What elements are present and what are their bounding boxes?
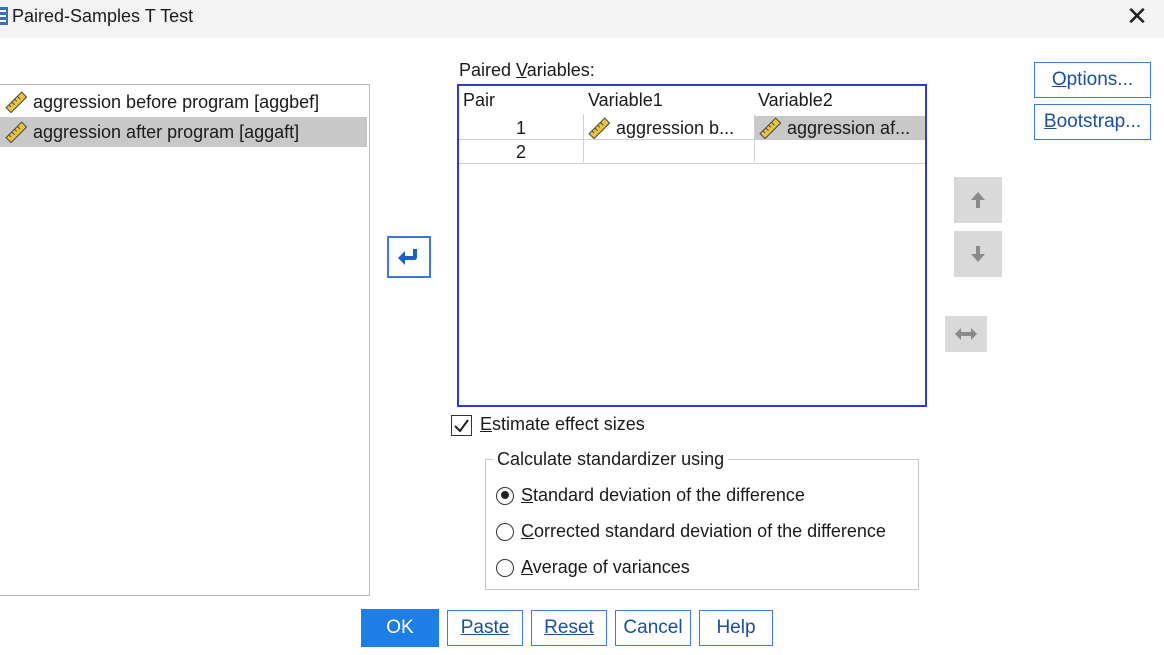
column-header-variable2: Variable2 [758,90,833,110]
variable2-cell[interactable] [755,140,925,164]
swap-horizontal-icon [955,328,977,340]
source-variable-item[interactable]: aggression after program [aggaft] [0,117,367,147]
source-variable-item[interactable]: aggression before program [aggbef] [0,87,367,117]
scale-ruler-icon [759,117,781,139]
variable1-value: aggression b... [616,117,735,138]
scale-ruler-icon [5,121,27,143]
move-down-button[interactable] [954,231,1002,277]
pair-number-cell: 1 [515,117,526,138]
cancel-button[interactable]: Cancel [615,610,691,646]
source-variable-label: aggression after program [aggaft] [33,121,300,142]
radio-button[interactable] [496,522,514,541]
arrow-down-icon [971,246,985,262]
column-divider [583,114,584,162]
table-row[interactable]: 2 [459,140,925,164]
close-icon[interactable]: ✕ [1116,0,1158,34]
radio-corrected-standard-deviation[interactable]: Corrected standard deviation of the diff… [496,521,886,542]
paired-variables-label: Paired Variables: [459,60,595,80]
radio-label: Average of variances [521,557,690,577]
radio-label: Corrected standard deviation of the diff… [521,521,886,541]
reset-button[interactable]: Reset [531,610,607,646]
radio-label: Standard deviation of the difference [521,485,805,505]
radio-average-of-variances[interactable]: Average of variances [496,557,690,578]
checkmark-icon [454,419,469,433]
estimate-effect-sizes-checkbox[interactable] [451,415,472,436]
column-divider [754,114,755,162]
estimate-effect-sizes-label: Estimate effect sizes [480,414,645,434]
swap-variables-button[interactable] [945,316,987,352]
radio-standard-deviation[interactable]: Standard deviation of the difference [496,485,805,506]
help-button[interactable]: Help [699,610,773,646]
radio-button[interactable] [496,558,514,577]
ok-button[interactable]: OK [361,609,439,647]
window-title: Paired-Samples T Test [12,6,194,26]
bootstrap-button[interactable]: Bootstrap... [1034,104,1151,140]
pair-number-cell: 2 [515,141,526,162]
table-row[interactable]: 1 aggression b... aggression af... [459,116,925,140]
source-variable-label: aggression before program [aggbef] [33,91,320,112]
move-variable-button[interactable] [387,236,431,278]
radio-button[interactable] [496,486,514,505]
scale-ruler-icon [5,91,27,113]
options-button[interactable]: Options... [1034,62,1151,98]
variable2-cell[interactable]: aggression af... [755,116,925,140]
source-variable-list[interactable]: aggression before program [aggbef] aggre… [0,84,370,596]
arrow-up-icon [971,192,985,208]
move-left-arrow-icon [398,249,417,265]
paste-button[interactable]: Paste [447,610,523,646]
standardizer-group-legend: Calculate standardizer using [493,449,729,470]
variable2-value: aggression af... [787,117,911,138]
column-header-variable1: Variable1 [588,90,663,110]
scale-ruler-icon [588,117,610,139]
variable1-cell[interactable] [584,140,754,164]
paired-variables-table[interactable]: Pair Variable1 Variable2 1 aggression b.… [457,84,927,407]
app-icon [0,7,8,25]
variable1-cell[interactable]: aggression b... [584,116,754,140]
column-header-pair: Pair [463,90,496,110]
move-up-button[interactable] [954,177,1002,223]
title-bar: Paired-Samples T Test ✕ [0,0,1164,38]
